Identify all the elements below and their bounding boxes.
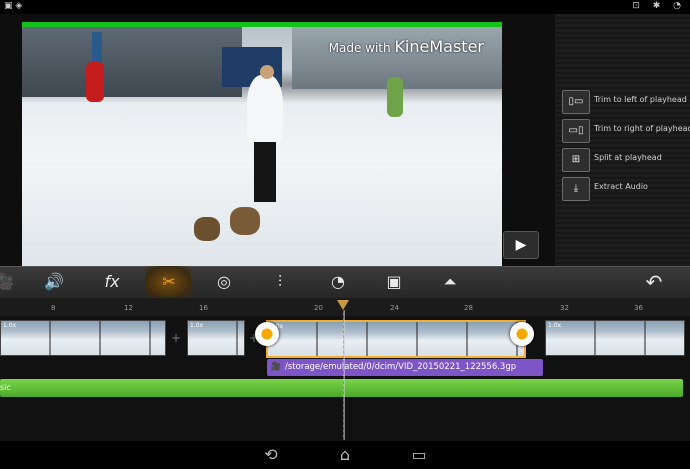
- recents-button[interactable]: ▭: [406, 445, 432, 464]
- ruler-tick-label: 24: [390, 304, 399, 312]
- music-track[interactable]: [0, 379, 683, 397]
- side-menu-item-label: Trim to left of playhead: [594, 95, 687, 104]
- woman-black-pants: [254, 142, 276, 202]
- notification-icons: ▣ ◈: [4, 1, 23, 11]
- timeline-clip-selected[interactable]: 1.0x: [266, 320, 526, 358]
- ruler-tick-label: 28: [464, 304, 473, 312]
- clip-file-path: 🎥/storage/emulated/0/dcim/VID_20150221_1…: [267, 359, 543, 376]
- side-menu-item-icon: ▯▭: [562, 90, 590, 114]
- transition-icon[interactable]: +: [171, 331, 181, 345]
- clip-speed: 1.0x: [3, 322, 17, 329]
- ruler-tick-label: 32: [560, 304, 569, 312]
- woman-head: [260, 65, 274, 79]
- dog-right: [230, 207, 260, 235]
- volume-icon: 🔊: [44, 272, 64, 291]
- status-bar: ▣ ◈ ⊡ ✱ ◔: [0, 0, 690, 14]
- music-track-label: sic: [0, 383, 11, 392]
- clip-file-path-text: /storage/emulated/0/dcim/VID_20150221_12…: [285, 362, 517, 372]
- fx-icon: fx: [104, 272, 120, 291]
- system-icons: ⊡ ✱ ◔: [632, 1, 686, 11]
- undo-icon: ↶: [645, 270, 663, 294]
- undo-button[interactable]: ↶: [640, 270, 668, 294]
- home-icon: ⌂: [339, 445, 351, 464]
- video-preview[interactable]: Made with KineMaster: [22, 27, 502, 266]
- side-menu-item-1[interactable]: ▯▭ Trim to left of playhead: [562, 90, 687, 114]
- side-menu-item-label: Trim to right of playhead: [594, 124, 690, 133]
- playhead-line: [343, 310, 345, 440]
- clip-speed: 1.0x: [548, 322, 562, 329]
- side-menu-item-2[interactable]: ▭▯ Trim to right of playhead: [562, 119, 690, 143]
- dog-left: [194, 217, 220, 241]
- ruler-tick-label: 8: [51, 304, 56, 312]
- side-menu-item-icon: ⊞: [562, 148, 590, 172]
- audio-mixer-tool-button[interactable]: ⫶: [266, 270, 294, 294]
- crop-pan-icon: ▣: [386, 272, 402, 291]
- audio-mixer-icon: ⫶: [277, 272, 282, 291]
- back-icon: ⟲: [264, 445, 278, 464]
- watermark-brand: KineMaster: [394, 37, 484, 56]
- trim-scissors-icon: ✂: [162, 272, 176, 291]
- timeline-clip-1[interactable]: 1.0x: [0, 320, 166, 356]
- ruler-tick-label: 36: [634, 304, 643, 312]
- video-camera-icon: 🎥: [270, 362, 282, 372]
- skier-green: [387, 77, 403, 117]
- ruler-tick-label: 20: [314, 304, 323, 312]
- color-filter-tool-button[interactable]: ◎: [210, 270, 238, 294]
- recents-icon: ▭: [411, 445, 427, 464]
- fx-tool-button[interactable]: fx: [98, 270, 126, 294]
- side-menu-item-3[interactable]: ⊞ Split at playhead: [562, 148, 687, 172]
- kinemaster-watermark: Made with KineMaster: [329, 37, 484, 56]
- side-menu-item-label: Extract Audio: [594, 182, 648, 191]
- ruler-tick-label: 12: [124, 304, 133, 312]
- color-filter-icon: ◎: [217, 272, 231, 291]
- side-menu-item-icon: ▭▯: [562, 119, 590, 143]
- trim-handle-left[interactable]: [255, 322, 279, 346]
- side-menu-item-icon: ⤓: [562, 177, 590, 201]
- ski-lodge-building: [22, 27, 242, 97]
- woman-white-jacket: [247, 75, 283, 145]
- clip-speed: 1.0x: [190, 322, 204, 329]
- audio-envelope-tool-button[interactable]: ⏶: [436, 270, 464, 294]
- camera-icon: 🎥: [0, 272, 14, 291]
- audio-envelope-icon: ⏶: [443, 272, 457, 291]
- ruler-tick-label: 16: [199, 304, 208, 312]
- side-menu-item-4[interactable]: ⤓ Extract Audio: [562, 177, 687, 201]
- side-menu-item-label: Split at playhead: [594, 153, 662, 162]
- play-button[interactable]: ▶: [503, 231, 539, 259]
- volume-tool-button[interactable]: 🔊: [40, 270, 68, 294]
- play-icon: ▶: [515, 237, 527, 253]
- timeline-clip-2[interactable]: 1.0x: [187, 320, 245, 356]
- camera-tool-button[interactable]: 🎥: [0, 270, 18, 294]
- back-button[interactable]: ⟲: [258, 445, 284, 464]
- trim-scissors-tool-button[interactable]: ✂: [155, 270, 183, 294]
- skier-red: [86, 62, 104, 102]
- home-button[interactable]: ⌂: [332, 445, 358, 464]
- speed-gauge-tool-button[interactable]: ◔: [324, 270, 352, 294]
- trim-handle-right[interactable]: [510, 322, 534, 346]
- crop-pan-tool-button[interactable]: ▣: [380, 270, 408, 294]
- timeline-clip-4[interactable]: 1.0x: [545, 320, 685, 356]
- playhead-marker[interactable]: [337, 300, 349, 310]
- speed-gauge-icon: ◔: [331, 272, 345, 291]
- watermark-prefix: Made with: [328, 41, 391, 55]
